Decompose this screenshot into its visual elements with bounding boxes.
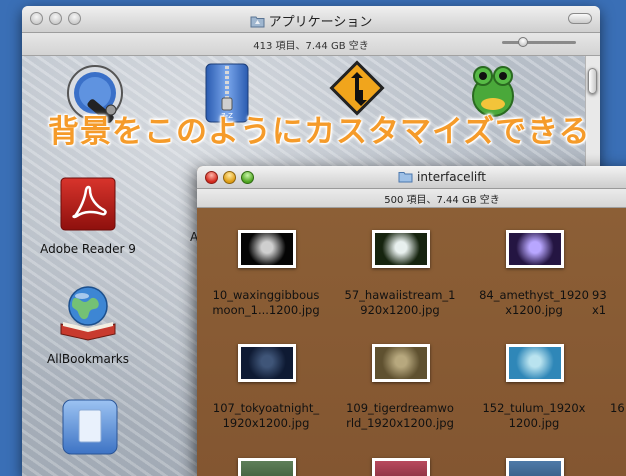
- image-thumbnail: [372, 230, 430, 268]
- image-thumbnail: [506, 230, 564, 268]
- image-thumbnail: [506, 344, 564, 382]
- icon-view[interactable]: 10_waxinggibbous moon_1...1200.jpg 57_haw…: [197, 208, 626, 476]
- status-bar: 413 項目、7.44 GB 空き: [22, 33, 600, 56]
- file-name: 16: [610, 401, 625, 415]
- globe-book-icon: [60, 286, 116, 341]
- toolbar-toggle-button[interactable]: [568, 13, 592, 24]
- app-item-allbookmarks[interactable]: AllBookmarks: [38, 284, 138, 366]
- file-name: 152_tulum_1920x 1200.jpg: [482, 401, 586, 430]
- app-label: Adobe Reader 9: [40, 242, 136, 256]
- status-text: 500 項目、7.44 GB 空き: [384, 195, 500, 206]
- image-thumbnail: [238, 344, 296, 382]
- status-bar: 500 項目、7.44 GB 空き: [197, 189, 626, 208]
- window-title-text: interfacelift: [417, 170, 486, 184]
- window-title: アプリケーション: [22, 11, 600, 32]
- icon-size-slider[interactable]: [502, 37, 576, 47]
- app-label: AllBookmarks: [47, 352, 129, 366]
- file-name: 109_tigerdreamwo rld_1920x1200.jpg: [346, 401, 454, 430]
- status-text: 413 項目、7.44 GB 空き: [253, 41, 369, 52]
- interfacelift-window[interactable]: interfacelift 500 項目、7.44 GB 空き 10_waxin…: [197, 166, 626, 476]
- image-thumbnail: [238, 230, 296, 268]
- blue-document-icon: [62, 399, 118, 455]
- scrollbar-thumb[interactable]: [588, 68, 597, 94]
- file-name: 57_hawaiistream_1 920x1200.jpg: [344, 288, 456, 317]
- app-item-adobe-reader[interactable]: Adobe Reader 9: [38, 176, 138, 256]
- file-name: 107_tokyoatnight_ 1920x1200.jpg: [212, 401, 320, 430]
- applications-folder-icon: [250, 15, 265, 32]
- image-thumbnail[interactable]: [506, 458, 564, 476]
- folder-icon: [398, 171, 413, 186]
- file-name: 10_waxinggibbous moon_1...1200.jpg: [212, 288, 320, 317]
- adobe-reader-icon: [60, 177, 116, 231]
- title-bar[interactable]: アプリケーション: [22, 6, 600, 33]
- title-bar[interactable]: interfacelift: [197, 166, 626, 189]
- file-name: 84_amethyst_1920 x1200.jpg: [479, 288, 589, 317]
- app-item[interactable]: [60, 398, 120, 460]
- window-title-text: アプリケーション: [268, 15, 373, 30]
- image-thumbnail: [372, 344, 430, 382]
- overlay-caption: 背景をこのようにカスタマイズできる: [48, 114, 591, 150]
- window-title: interfacelift: [197, 170, 626, 186]
- image-thumbnail[interactable]: [372, 458, 430, 476]
- slider-knob[interactable]: [518, 37, 528, 47]
- image-thumbnail[interactable]: [238, 458, 296, 476]
- file-name: 93 x1: [592, 288, 607, 317]
